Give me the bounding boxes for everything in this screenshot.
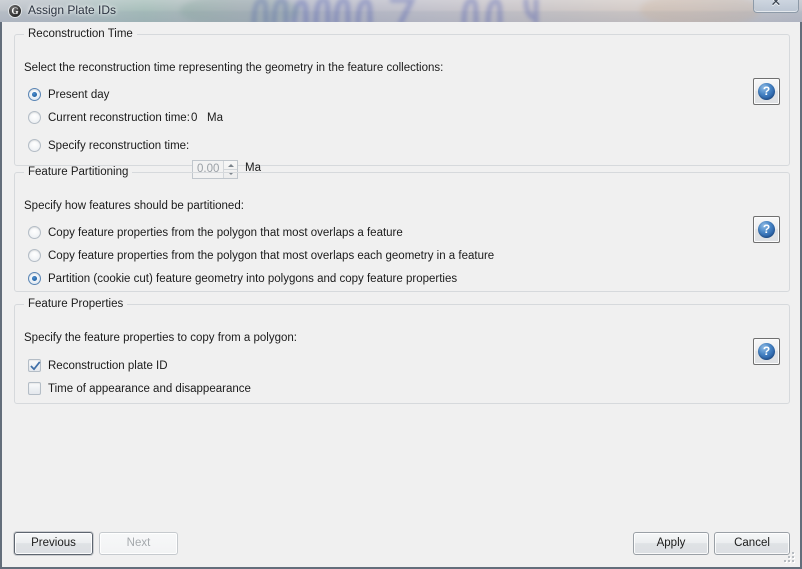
radio-present-day[interactable]: Present day: [28, 88, 109, 101]
checkbox-indicator: [28, 359, 41, 372]
radio-indicator: [28, 111, 41, 124]
apply-button[interactable]: Apply: [633, 532, 709, 555]
spinbox-up-icon[interactable]: [224, 161, 237, 169]
window-title: Assign Plate IDs: [28, 3, 117, 17]
question-mark-icon: ?: [758, 221, 775, 238]
title-bar[interactable]: G Assign Plate IDs ✕: [0, 0, 802, 22]
radio-partition-cookie-cut[interactable]: Partition (cookie cut) feature geometry …: [28, 272, 457, 285]
window-icon: G: [8, 4, 22, 18]
current-reconstruction-time-value: 0: [191, 112, 198, 124]
feature-partitioning-prompt: Specify how features should be partition…: [24, 200, 244, 212]
group-title-reconstruction-time: Reconstruction Time: [24, 28, 137, 40]
feature-properties-prompt: Specify the feature properties to copy f…: [24, 332, 297, 344]
next-button: Next: [99, 532, 178, 555]
checkbox-label: Time of appearance and disappearance: [48, 382, 251, 395]
group-title-feature-partitioning: Feature Partitioning: [24, 166, 133, 178]
radio-label: Copy feature properties from the polygon…: [48, 226, 403, 239]
current-reconstruction-time-unit: Ma: [207, 112, 223, 124]
radio-indicator: [28, 272, 41, 285]
checkbox-time-of-appearance-disappearance[interactable]: Time of appearance and disappearance: [28, 382, 251, 395]
radio-label: Current reconstruction time:: [48, 111, 190, 124]
checkbox-reconstruction-plate-id[interactable]: Reconstruction plate ID: [28, 359, 168, 372]
question-mark-icon: ?: [758, 83, 775, 100]
help-button-feature-properties[interactable]: ?: [753, 338, 780, 365]
radio-label: Present day: [48, 88, 110, 101]
radio-label: Partition (cookie cut) feature geometry …: [48, 272, 458, 285]
radio-copy-props-most-overlaps-each-geometry[interactable]: Copy feature properties from the polygon…: [28, 249, 494, 262]
radio-indicator: [28, 88, 41, 101]
help-button-feature-partitioning[interactable]: ?: [753, 216, 780, 243]
radio-copy-props-most-overlaps-feature[interactable]: Copy feature properties from the polygon…: [28, 226, 403, 239]
checkbox-indicator: [28, 382, 41, 395]
cancel-button[interactable]: Cancel: [714, 532, 790, 555]
radio-label: Copy feature properties from the polygon…: [48, 249, 495, 262]
glass-bleed-through: [251, 0, 539, 22]
resize-grip[interactable]: [784, 552, 796, 564]
radio-indicator: [28, 249, 41, 262]
close-button[interactable]: ✕: [753, 0, 799, 13]
dialog-client-area: Reconstruction Time Select the reconstru…: [0, 22, 802, 569]
previous-button[interactable]: Previous: [14, 532, 93, 555]
radio-label: Specify reconstruction time:: [48, 139, 190, 152]
help-button-reconstruction-time[interactable]: ?: [753, 78, 780, 105]
radio-indicator: [28, 139, 41, 152]
radio-current-reconstruction-time[interactable]: Current reconstruction time:: [28, 111, 190, 124]
assign-plate-ids-dialog: G Assign Plate IDs ✕ Reconstruction Time…: [0, 0, 802, 569]
checkbox-label: Reconstruction plate ID: [48, 359, 168, 372]
question-mark-icon: ?: [758, 343, 775, 360]
reconstruction-time-prompt: Select the reconstruction time represent…: [24, 62, 444, 74]
close-icon: ✕: [770, 0, 782, 9]
checkmark-icon: [30, 361, 41, 371]
radio-indicator: [28, 226, 41, 239]
group-title-feature-properties: Feature Properties: [24, 298, 128, 310]
radio-specify-reconstruction-time[interactable]: Specify reconstruction time:: [28, 139, 189, 152]
